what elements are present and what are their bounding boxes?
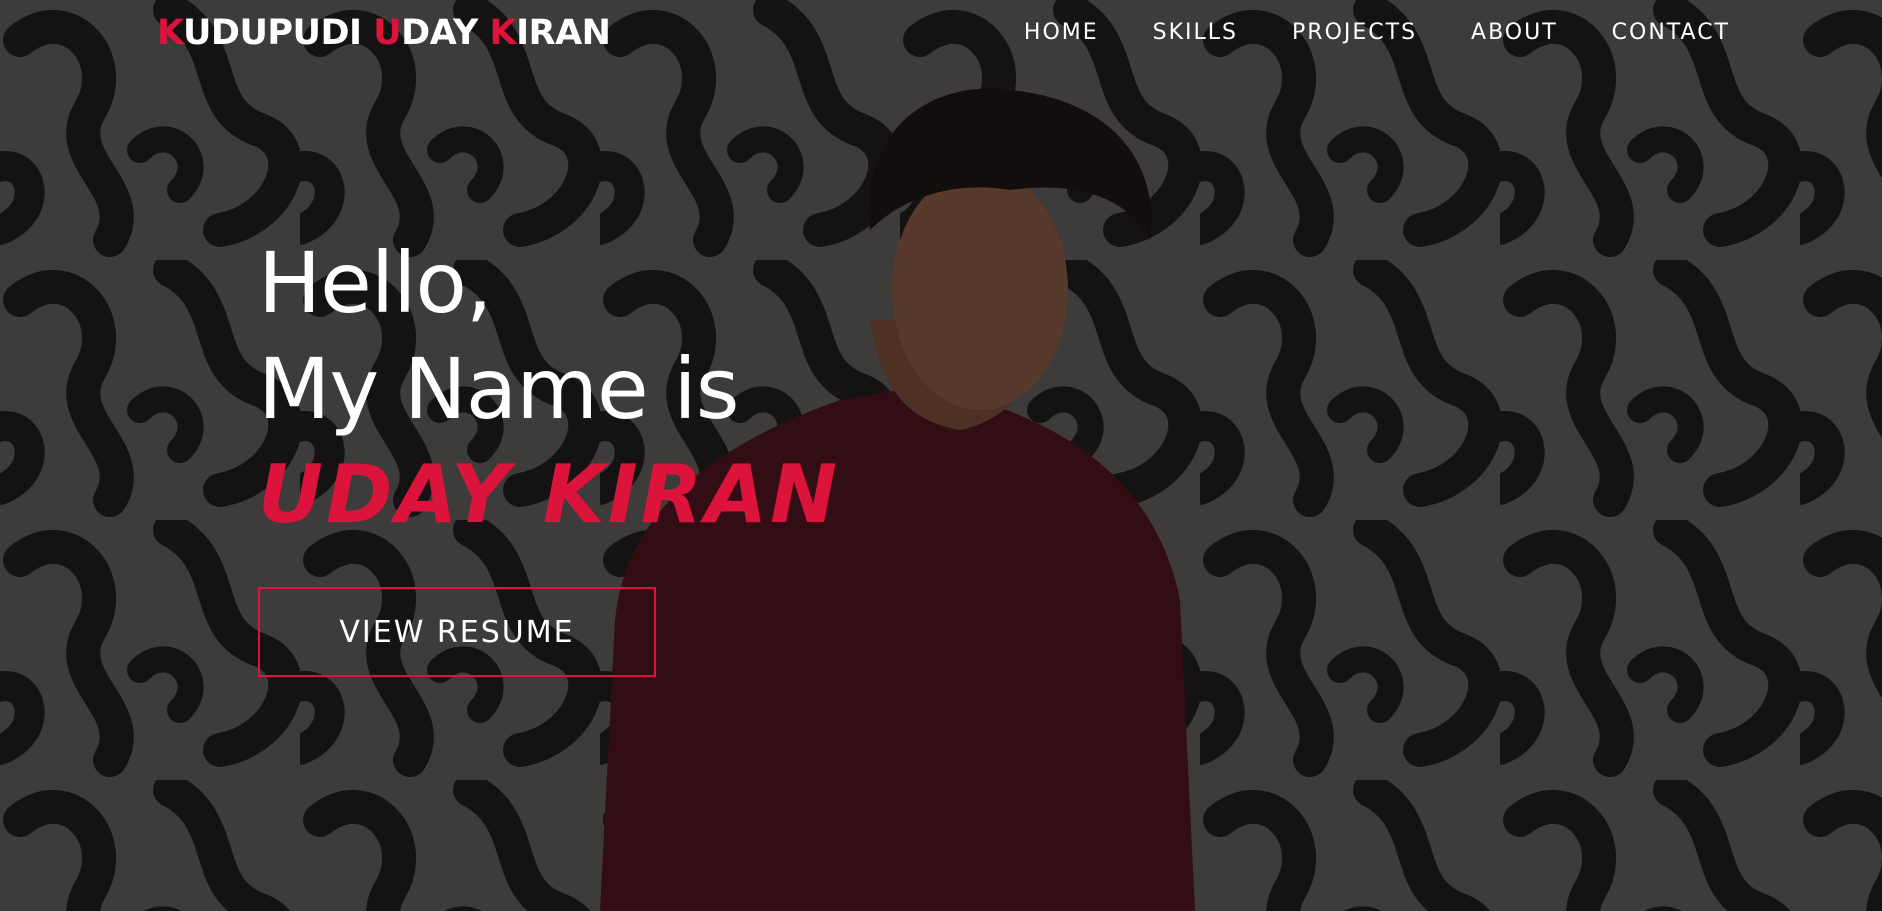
nav-item-about: ABOUT bbox=[1471, 20, 1558, 45]
hero-section: Hello, My Name is UDAY KIRAN bbox=[258, 230, 840, 548]
nav-item-projects: PROJECTS bbox=[1292, 20, 1417, 45]
nav-item-home: HOME bbox=[1024, 20, 1099, 45]
nav-link-contact[interactable]: CONTACT bbox=[1612, 20, 1730, 45]
brand-text-day: DAY bbox=[401, 13, 490, 53]
nav-link-home[interactable]: HOME bbox=[1024, 20, 1099, 45]
nav-item-skills: SKILLS bbox=[1153, 20, 1238, 45]
nav-item-contact: CONTACT bbox=[1612, 20, 1730, 45]
hero-greeting: Hello, bbox=[258, 234, 493, 332]
brand-text-iran: IRAN bbox=[516, 13, 611, 53]
hero-intro: My Name is bbox=[258, 340, 740, 438]
nav-link-skills[interactable]: SKILLS bbox=[1153, 20, 1238, 45]
site-logo[interactable]: KUDUPUDI UDAY KIRAN bbox=[157, 13, 611, 53]
view-resume-button[interactable]: VIEW RESUME bbox=[258, 587, 656, 677]
hero-name: UDAY KIRAN bbox=[258, 448, 841, 541]
brand-initial-k: K bbox=[157, 13, 184, 53]
top-navbar: KUDUPUDI UDAY KIRAN HOME SKILLS PROJECTS… bbox=[0, 0, 1882, 70]
nav-menu: HOME SKILLS PROJECTS ABOUT CONTACT bbox=[1024, 20, 1730, 45]
brand-initial-u: U bbox=[373, 13, 402, 53]
nav-link-about[interactable]: ABOUT bbox=[1471, 20, 1558, 45]
brand-text-udupudi: UDUPUDI bbox=[183, 13, 374, 53]
brand-initial-k2: K bbox=[489, 13, 517, 53]
nav-link-projects[interactable]: PROJECTS bbox=[1292, 20, 1417, 45]
